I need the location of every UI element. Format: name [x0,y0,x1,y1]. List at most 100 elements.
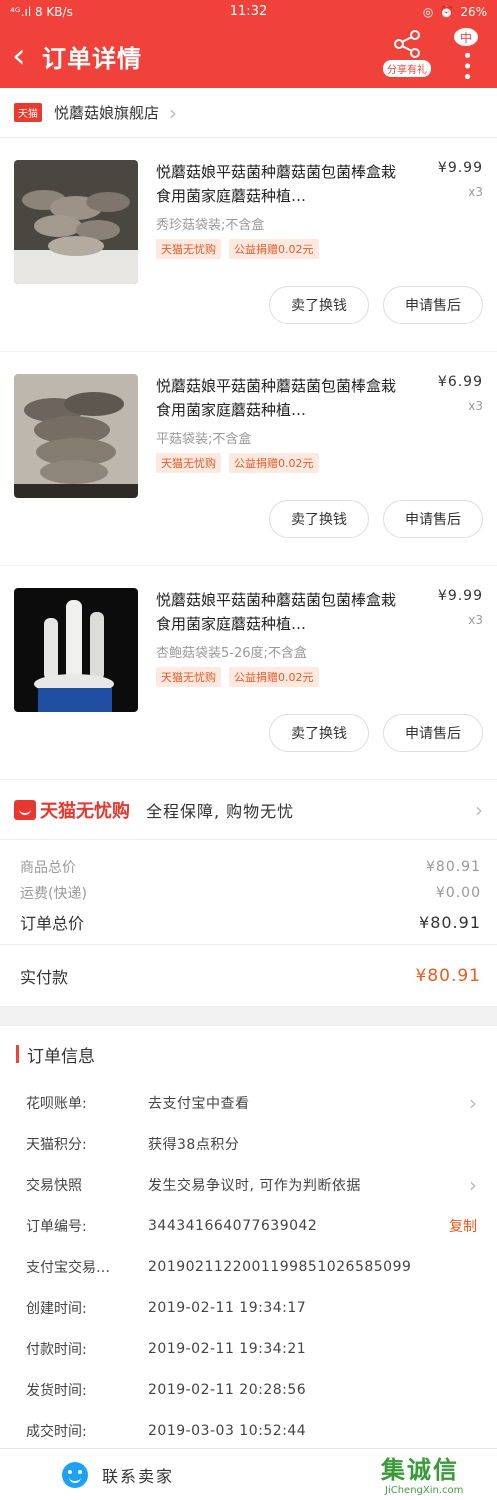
product-quantity: x3 [468,399,483,413]
info-key: 订单编号: [26,1218,87,1235]
shipping-row: 运费(快递) ¥0.00 [20,880,481,906]
info-value: 2019-03-03 10:52:44 [148,1422,307,1439]
tag-charity: 公益捐赠0.02元 [229,239,319,259]
product-title[interactable]: 悦蘑菇娘平菇菌种蘑菇菌包菌棒盒栽食用菌家庭蘑菇种植… [156,374,408,422]
tag-charity: 公益捐赠0.02元 [229,667,319,687]
share-button[interactable]: 分享有礼 [383,30,431,80]
contact-seller-icon[interactable] [62,1461,88,1488]
item-actions: 卖了换钱 申请售后 [269,500,483,538]
product-price: ¥9.99 [437,588,483,604]
info-key: 花呗账单: [26,1095,87,1112]
info-key: 发货时间: [26,1382,87,1399]
price-summary: 商品总价 ¥80.91 运费(快递) ¥0.00 订单总价 ¥80.91 [0,840,497,944]
order-info-header: 订单信息 [0,1026,497,1082]
tag-charity: 公益捐赠0.02元 [229,453,319,473]
after-sales-button[interactable]: 申请售后 [383,500,483,538]
goods-total-label: 商品总价 [20,860,76,876]
order-item[interactable]: 悦蘑菇娘平菇菌种蘑菇菌包菌棒盒栽食用菌家庭蘑菇种植… ¥9.99 x3 杏鲍菇袋… [0,566,497,780]
product-title[interactable]: 悦蘑菇娘平菇菌种蘑菇菌包菌棒盒栽食用菌家庭蘑菇种植… [156,160,408,208]
item-actions: 卖了换钱 申请售后 [269,714,483,752]
product-tags: 天猫无忧购 公益捐赠0.02元 [156,667,319,687]
share-icon [394,30,420,58]
resell-button[interactable]: 卖了换钱 [269,500,369,538]
tag-worry-free: 天猫无忧购 [156,239,221,259]
product-tags: 天猫无忧购 公益捐赠0.02元 [156,239,319,259]
after-sales-button[interactable]: 申请售后 [383,714,483,752]
tag-worry-free: 天猫无忧购 [156,667,221,687]
paid-time-row: 付款时间: 2019-02-11 19:34:21 [0,1328,497,1369]
info-value: 2019021122001199851026585099 [148,1258,412,1275]
info-key: 付款时间: [26,1341,87,1358]
accent-bar [16,1045,19,1063]
after-sales-button[interactable]: 申请售后 [383,286,483,324]
mushroom-photo [14,374,138,498]
product-image[interactable] [14,374,138,498]
info-key: 天猫积分: [26,1136,87,1153]
tmall-points-row: 天猫积分: 获得38点积分 [0,1123,497,1164]
product-image[interactable] [14,588,138,712]
order-item[interactable]: 悦蘑菇娘平菇菌种蘑菇菌包菌棒盒栽食用菌家庭蘑菇种植… ¥6.99 x3 平菇袋装… [0,352,497,566]
info-key: 成交时间: [26,1423,87,1440]
alipay-trade-row: 支付宝交易… 2019021122001199851026585099 [0,1246,497,1287]
more-badge: 中 [454,28,478,47]
product-spec: 杏鲍菇袋装5-26度;不含盒 [156,646,307,661]
huabei-bill-row[interactable]: 花呗账单: 去支付宝中查看 › [0,1082,497,1123]
order-total-label: 订单总价 [20,914,85,933]
guarantee-text: 全程保障, 购物无忧 [146,801,295,821]
contact-seller-button[interactable]: 联系卖家 [102,1463,174,1487]
order-number-row: 订单编号: 344341664077639042 复制 [0,1205,497,1246]
resell-button[interactable]: 卖了换钱 [269,286,369,324]
guarantee-row[interactable]: 天猫无忧购 全程保障, 购物无忧 › [0,780,497,840]
mushroom-photo [14,588,138,712]
product-quantity: x3 [468,185,483,199]
more-dots-icon: ••• [456,50,477,82]
info-value: 发生交易争议时, 可作为判断依据 [148,1177,361,1194]
product-price: ¥6.99 [437,374,483,390]
resell-button[interactable]: 卖了换钱 [269,714,369,752]
shop-row[interactable]: 天猫 悦蘑菇娘旗舰店 › [0,88,497,138]
item-actions: 卖了换钱 申请售后 [269,286,483,324]
shipped-time-row: 发货时间: 2019-02-11 20:28:56 [0,1369,497,1410]
product-tags: 天猫无忧购 公益捐赠0.02元 [156,453,319,473]
back-arrow-icon[interactable]: ‹ [12,39,32,73]
product-title[interactable]: 悦蘑菇娘平菇菌种蘑菇菌包菌棒盒栽食用菌家庭蘑菇种植… [156,588,408,636]
watermark-logo: 集诚信 [381,1456,459,1484]
trade-snapshot-row[interactable]: 交易快照 发生交易争议时, 可作为判断依据 › [0,1164,497,1205]
shop-name: 悦蘑菇娘旗舰店 [54,104,160,122]
product-quantity: x3 [468,613,483,627]
info-value: 获得38点积分 [148,1136,240,1153]
product-image[interactable] [14,160,138,284]
worry-free-logo: 天猫无忧购 [14,797,130,823]
tag-worry-free: 天猫无忧购 [156,453,221,473]
info-value: 2019-02-11 20:28:56 [148,1381,307,1398]
share-label: 分享有礼 [383,60,431,77]
worry-free-logo-text: 天猫无忧购 [40,800,130,822]
chevron-right-icon: › [475,797,483,822]
order-detail-page: ⁴ᴳ.ıl 8 KB/s 11:32 ◎ ⏰ 26% ‹ 订单详情 分享有礼 中… [0,0,497,1500]
tmall-badge: 天猫 [14,103,42,122]
page-title: 订单详情 [42,44,142,73]
info-value: 2019-02-11 19:34:21 [148,1340,307,1357]
product-spec: 平菇袋装;不含盒 [156,432,252,447]
paid-label: 实付款 [20,967,69,987]
header: ‹ 订单详情 分享有礼 中 ••• [0,24,497,88]
order-card: 天猫 悦蘑菇娘旗舰店 › 悦蘑菇娘平菇菌种蘑菇菌包菌棒盒栽食用菌家庭蘑菇种植… [0,88,497,1006]
shipping-value: ¥0.00 [435,885,481,901]
watermark-url: JiChengXin.com [385,1485,464,1496]
status-bar: ⁴ᴳ.ıl 8 KB/s 11:32 ◎ ⏰ 26% [0,0,497,24]
shopping-bag-icon [14,799,36,820]
order-info-title: 订单信息 [27,1046,95,1067]
order-info-section: 订单信息 花呗账单: 去支付宝中查看 › 天猫积分: 获得38点积分 交易快照 … [0,1026,497,1500]
chevron-right-icon: › [469,1172,477,1197]
order-number-value: 344341664077639042 [148,1217,318,1234]
copy-button[interactable]: 复制 [449,1216,477,1236]
order-item[interactable]: 悦蘑菇娘平菇菌种蘑菇菌包菌棒盒栽食用菌家庭蘑菇种植… ¥9.99 x3 秀珍菇袋… [0,138,497,352]
more-button[interactable]: 中 ••• [449,28,483,82]
info-key: 支付宝交易… [26,1259,110,1276]
chevron-right-icon: › [469,1090,477,1115]
info-key: 交易快照 [26,1177,82,1194]
site-watermark: 集诚信 JiChengXin.com [379,1448,491,1496]
goods-total-value: ¥80.91 [426,859,481,875]
info-value: 2019-02-11 19:34:17 [148,1299,307,1316]
shipping-label: 运费(快递) [20,886,87,902]
